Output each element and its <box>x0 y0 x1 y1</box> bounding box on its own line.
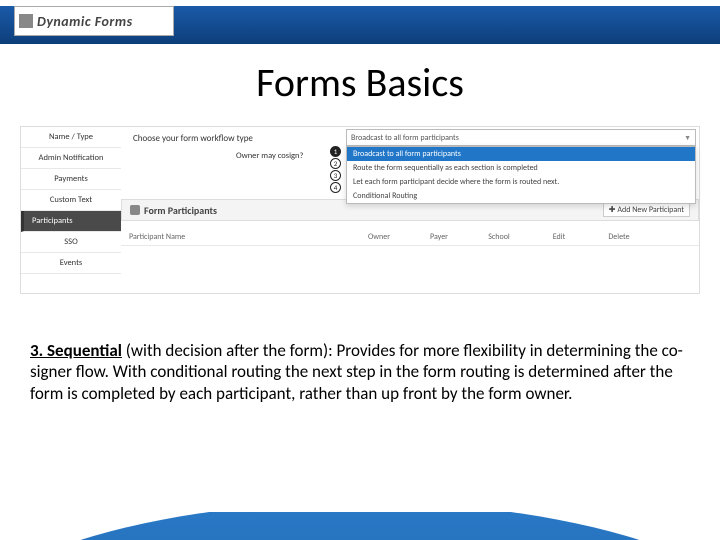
sidebar-item-admin-notification[interactable]: Admin Notification <box>21 148 121 169</box>
chevron-down-icon: ▼ <box>684 133 691 142</box>
workflow-option-broadcast[interactable]: Broadcast to all form participants <box>347 147 695 161</box>
workflow-heading: Choose your form workflow type <box>133 133 253 144</box>
sidebar-item-label: SSO <box>64 237 77 247</box>
option-label: Conditional Routing <box>353 191 417 201</box>
option-number-1: 1 <box>330 146 341 157</box>
logo-icon <box>19 14 33 28</box>
option-number-4: 4 <box>330 182 341 193</box>
col-owner: Owner <box>349 232 409 242</box>
plus-icon: ✚ <box>609 205 616 215</box>
workflow-option-sequential[interactable]: Route the form sequentially as each sect… <box>347 161 695 175</box>
sidebar-item-label: Events <box>60 258 83 268</box>
sidebar-item-participants[interactable]: Participants <box>21 211 121 232</box>
workflow-select[interactable]: Broadcast to all form participants ▼ <box>346 129 696 146</box>
workflow-selected-value: Broadcast to all form participants <box>351 133 459 143</box>
option-label: Broadcast to all form participants <box>353 149 461 159</box>
logo: Dynamic Forms <box>14 6 174 36</box>
description-lead: 3. Sequential <box>30 340 122 361</box>
add-participant-label: Add New Participant <box>617 205 684 215</box>
option-number-3: 3 <box>330 170 341 181</box>
slide: Dynamic Forms Forms Basics Name / Type A… <box>0 0 720 540</box>
sidebar-item-label: Participants <box>32 216 73 226</box>
description-rest: (with decision after the form): Provides… <box>30 340 683 404</box>
form-screenshot: Name / Type Admin Notification Payments … <box>20 126 700 294</box>
footer-curve <box>0 512 720 540</box>
sidebar-item-payments[interactable]: Payments <box>21 169 121 190</box>
sidebar-item-events[interactable]: Events <box>21 253 121 274</box>
workflow-dropdown: Broadcast to all form participants Route… <box>346 146 696 204</box>
sidebar-item-custom-text[interactable]: Custom Text <box>21 190 121 211</box>
option-numbers: 1 2 3 4 <box>330 146 341 194</box>
sidebar-item-label: Name / Type <box>49 132 93 142</box>
workflow-option-participant-decide[interactable]: Let each form participant decide where t… <box>347 175 695 189</box>
participants-title-text: Form Participants <box>144 204 217 217</box>
col-delete: Delete <box>589 232 649 242</box>
sidebar-item-name-type[interactable]: Name / Type <box>21 127 121 148</box>
form-main: Choose your form workflow type Broadcast… <box>121 127 699 293</box>
logo-text: Dynamic Forms <box>37 13 133 30</box>
participants-title: Form Participants <box>130 204 217 217</box>
users-icon <box>130 205 140 215</box>
option-label: Let each form participant decide where t… <box>353 177 559 187</box>
col-edit: Edit <box>529 232 589 242</box>
description-text: 3. Sequential (with decision after the f… <box>30 340 690 404</box>
sidebar-item-label: Payments <box>54 174 88 184</box>
form-sidebar: Name / Type Admin Notification Payments … <box>21 127 121 293</box>
page-title: Forms Basics <box>0 58 720 107</box>
sidebar-item-sso[interactable]: SSO <box>21 232 121 253</box>
col-participant-name: Participant Name <box>129 232 349 242</box>
sidebar-item-label: Admin Notification <box>39 153 104 163</box>
option-number-2: 2 <box>330 158 341 169</box>
add-participant-button[interactable]: ✚ Add New Participant <box>603 203 690 217</box>
cosign-label: Owner may cosign? <box>236 151 303 161</box>
col-payer: Payer <box>409 232 469 242</box>
participants-table-header: Participant Name Owner Payer School Edit… <box>121 229 699 246</box>
workflow-option-conditional[interactable]: Conditional Routing <box>347 189 695 203</box>
option-label: Route the form sequentially as each sect… <box>353 163 538 173</box>
sidebar-item-label: Custom Text <box>50 195 92 205</box>
col-school: School <box>469 232 529 242</box>
